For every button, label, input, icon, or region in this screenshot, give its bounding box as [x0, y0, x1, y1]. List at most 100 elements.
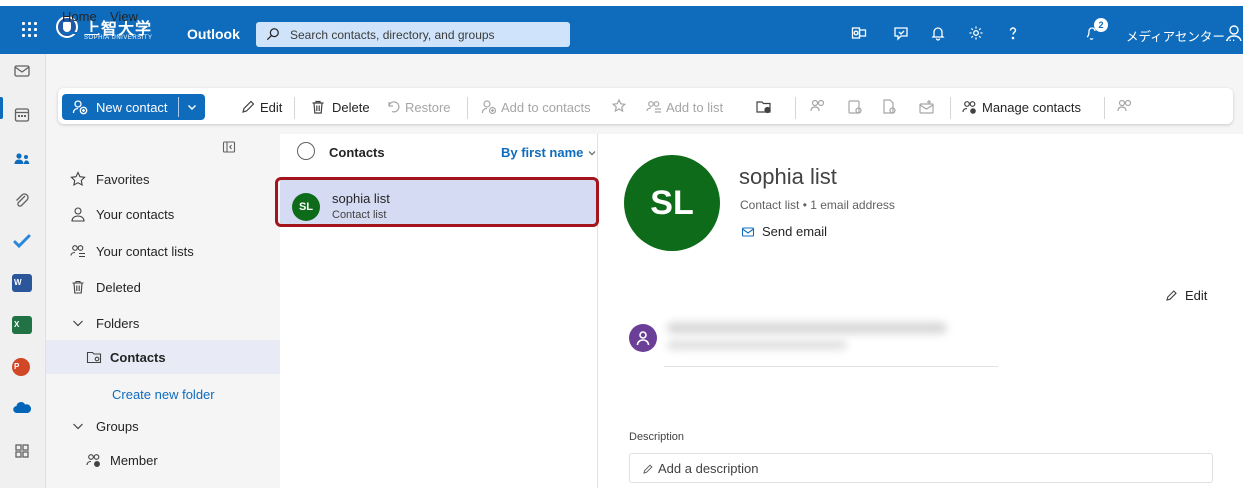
contact-avatar: SL [624, 155, 720, 251]
people-settings-icon[interactable] [1116, 98, 1134, 116]
todo-icon[interactable] [12, 231, 32, 251]
tab-home-underline [62, 32, 98, 34]
select-all-checkbox[interactable] [297, 142, 315, 160]
delete-button[interactable]: Delete [310, 98, 370, 118]
add-to-list-button[interactable]: Add to list [646, 98, 746, 118]
edit-button[interactable]: Edit [240, 98, 282, 118]
group-member[interactable]: Member [46, 443, 280, 477]
excel-icon[interactable]: X [12, 316, 32, 334]
person-icon [636, 331, 650, 346]
groups-group-toggle[interactable]: Groups [46, 409, 280, 443]
description-label: Description [629, 431, 685, 443]
ribbon-separator [950, 97, 951, 119]
folders-group-toggle[interactable]: Folders [46, 306, 280, 340]
restore-button[interactable]: Restore [385, 98, 455, 118]
person-icon [71, 207, 85, 222]
folder-label: Contacts [110, 350, 166, 365]
member-avatar[interactable] [629, 324, 657, 352]
folder-label: Your contact lists [96, 244, 194, 259]
people-sync-icon[interactable] [809, 98, 827, 116]
folder-favorites[interactable]: Favorites [46, 162, 280, 196]
user-name[interactable]: メディアセンター... [1126, 26, 1235, 45]
add-person-icon [481, 100, 497, 115]
collapse-pane-icon[interactable] [222, 140, 236, 154]
people-icon[interactable] [12, 149, 32, 169]
help-icon[interactable] [1005, 25, 1021, 41]
favorite-add-icon[interactable] [611, 98, 629, 116]
tab-view[interactable]: View [110, 9, 138, 24]
new-contact-button[interactable]: New contact [62, 94, 205, 120]
divider [664, 366, 998, 367]
bell-icon[interactable] [930, 25, 946, 41]
move-folder-icon[interactable] [755, 98, 773, 116]
chevron-down-icon [73, 320, 83, 327]
word-icon[interactable]: W [12, 274, 32, 292]
ribbon-tabs [46, 54, 1243, 88]
ribbon-separator [467, 97, 468, 119]
folder-label: Your contacts [96, 207, 175, 222]
create-new-folder-link[interactable]: Create new folder [46, 377, 280, 411]
app-launcher-icon[interactable] [22, 22, 38, 38]
chevron-down-icon[interactable] [587, 148, 597, 158]
folder-your-contact-lists[interactable]: Your contact lists [46, 234, 280, 268]
app-name[interactable]: Outlook [187, 26, 240, 42]
redacted-member-name [667, 322, 947, 334]
folder-label: Groups [96, 419, 139, 434]
pencil-icon [643, 464, 653, 474]
manage-contacts-button[interactable]: Manage contacts [962, 98, 1092, 118]
user-avatar-icon[interactable] [1225, 24, 1243, 42]
folder-label: Create new folder [112, 387, 215, 402]
add-to-contacts-button[interactable]: Add to contacts [481, 98, 596, 118]
calendar-icon[interactable] [12, 105, 32, 125]
rail-active-indicator [0, 97, 3, 119]
trash-icon [312, 100, 324, 114]
ribbon-separator [1104, 97, 1105, 119]
manage-people-icon [962, 101, 976, 114]
people-list-icon [646, 101, 661, 113]
contact-subtitle: Contact list • 1 email address [740, 198, 895, 212]
powerpoint-icon[interactable]: P [12, 358, 30, 376]
contact-name: sophia list [739, 164, 837, 189]
import-icon[interactable] [880, 98, 898, 116]
more-apps-icon[interactable] [12, 441, 32, 461]
contact-folder-icon [86, 351, 102, 364]
export-icon[interactable] [846, 98, 864, 116]
onedrive-icon[interactable] [12, 398, 32, 418]
people-check-icon [86, 454, 100, 467]
logo-text-en: SOPHIA UNIVERSITY [84, 35, 153, 41]
mail-icon[interactable] [12, 61, 32, 81]
add-to-list-label: Add to list [666, 100, 724, 115]
chevron-down-icon[interactable] [186, 101, 198, 113]
feedback-icon[interactable] [893, 25, 909, 41]
top-strip [0, 0, 1243, 6]
highlight-box [275, 177, 599, 227]
detail-edit-label: Edit [1185, 288, 1208, 303]
add-person-icon [72, 100, 88, 115]
description-placeholder: Add a description [658, 461, 759, 476]
folder-your-contacts[interactable]: Your contacts [46, 197, 280, 231]
tab-home[interactable]: Home [62, 9, 97, 24]
email-share-icon[interactable] [918, 98, 936, 116]
folder-contacts[interactable]: Contacts [46, 340, 280, 374]
search-box[interactable]: Search contacts, directory, and groups [256, 22, 570, 47]
redacted-member-email [667, 340, 847, 350]
star-icon [70, 171, 86, 187]
description-input[interactable]: Add a description [629, 453, 1213, 483]
pencil-icon [1166, 290, 1177, 301]
attachment-icon[interactable] [12, 191, 32, 211]
folder-deleted[interactable]: Deleted [46, 270, 280, 304]
send-email-label: Send email [762, 224, 828, 239]
gear-icon[interactable] [968, 25, 984, 41]
ribbon-separator [294, 97, 295, 119]
search-icon [266, 28, 279, 41]
edit-label: Edit [260, 100, 283, 115]
folder-label: Deleted [96, 280, 141, 295]
mail-icon [741, 227, 755, 237]
outlook-mini-icon[interactable] [851, 25, 867, 41]
new-contact-label: New contact [96, 100, 168, 115]
delete-label: Delete [332, 100, 370, 115]
chevron-down-icon [73, 423, 83, 430]
ribbon-separator [795, 97, 796, 119]
sort-dropdown[interactable]: By first name [501, 145, 583, 160]
folder-label: Folders [96, 316, 140, 331]
